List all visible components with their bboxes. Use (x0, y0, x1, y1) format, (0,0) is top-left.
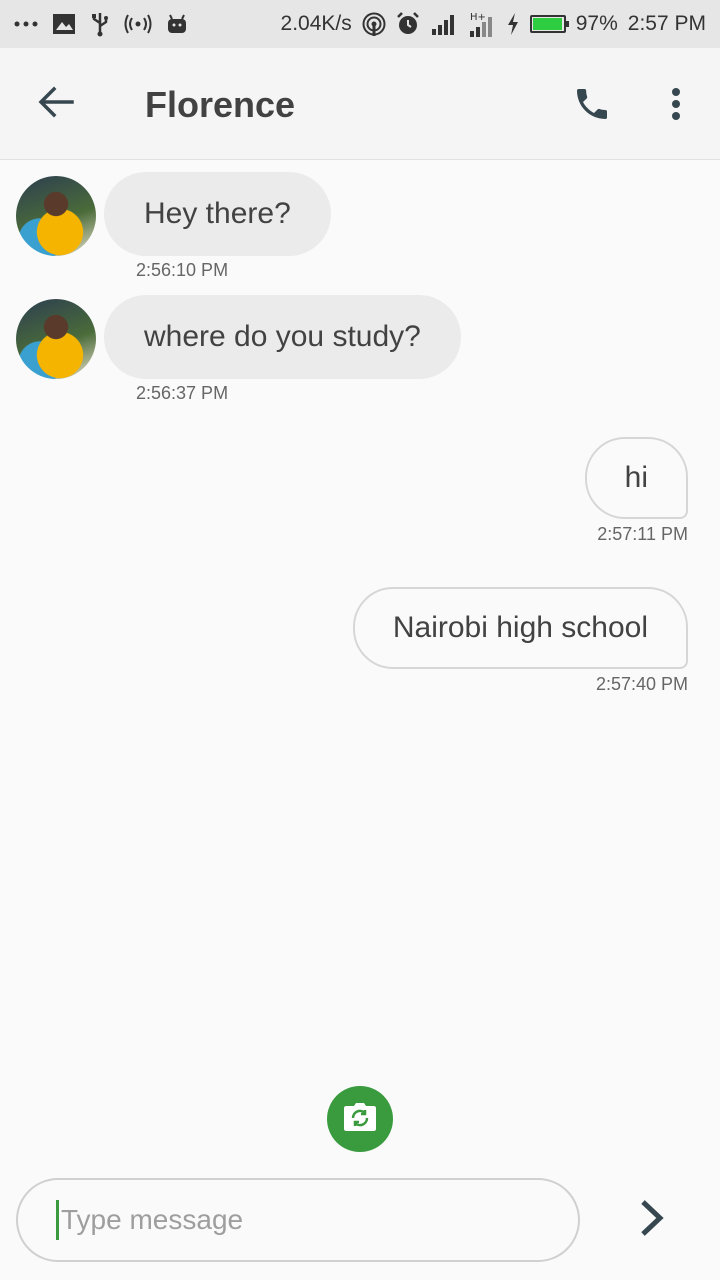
message-timestamp: 2:57:40 PM (595, 674, 688, 694)
message-text: Hey there? (144, 197, 291, 230)
chevron-right-icon (638, 1198, 666, 1243)
message-bubble-outgoing[interactable]: Nairobi high school (352, 587, 688, 669)
svg-text:H+: H+ (470, 12, 486, 23)
message-input-placeholder: Type message (61, 1204, 244, 1235)
send-button[interactable] (628, 1194, 676, 1246)
net-speed: 2.04K/s (280, 12, 352, 35)
more-dots-icon (14, 20, 38, 28)
camera-switch-icon (343, 1102, 377, 1137)
wifi-hotspot-icon (362, 12, 386, 36)
contact-avatar[interactable] (16, 176, 96, 256)
message-text: Nairobi high school (392, 611, 648, 644)
more-vert-icon (670, 86, 682, 127)
camera-button[interactable] (327, 1086, 393, 1152)
back-button[interactable] (32, 84, 80, 124)
call-button[interactable] (566, 80, 618, 132)
message-text: hi (624, 461, 648, 494)
battery-percent: 97% (575, 12, 618, 35)
status-right: 2.04K/s H+ 97% 2:57 PM (281, 11, 706, 37)
message-bubble-incoming[interactable]: where do you study? (104, 295, 461, 379)
message-timestamp: 2:56:10 PM (136, 260, 229, 280)
charging-icon (506, 12, 520, 36)
message-text: where do you study? (144, 320, 421, 353)
more-options-button[interactable] (656, 80, 696, 132)
contact-name: Florence (145, 84, 296, 125)
image-icon (52, 13, 76, 35)
signal-hplus-icon: H+ (468, 11, 496, 37)
text-cursor (56, 1200, 59, 1240)
message-timestamp: 2:57:11 PM (597, 524, 688, 544)
message-input[interactable]: Type message (16, 1178, 580, 1262)
back-arrow-icon (38, 86, 74, 123)
message-bubble-outgoing[interactable]: hi (584, 437, 688, 519)
signal-icon (430, 13, 458, 35)
hotspot-icon (124, 14, 152, 34)
phone-icon (572, 84, 612, 129)
battery-fill (532, 18, 562, 30)
message-timestamp: 2:56:37 PM (136, 383, 229, 403)
usb-icon (90, 11, 110, 37)
app-bar: Florence (0, 48, 720, 160)
battery-icon (529, 15, 569, 33)
alarm-icon (396, 12, 420, 36)
status-bar: 2.04K/s H+ 97% 2:57 PM (0, 0, 720, 48)
status-left (14, 11, 188, 37)
android-icon (166, 13, 188, 35)
status-time: 2:57 PM (627, 12, 706, 35)
message-bubble-incoming[interactable]: Hey there? (104, 172, 331, 256)
contact-avatar[interactable] (16, 299, 96, 379)
